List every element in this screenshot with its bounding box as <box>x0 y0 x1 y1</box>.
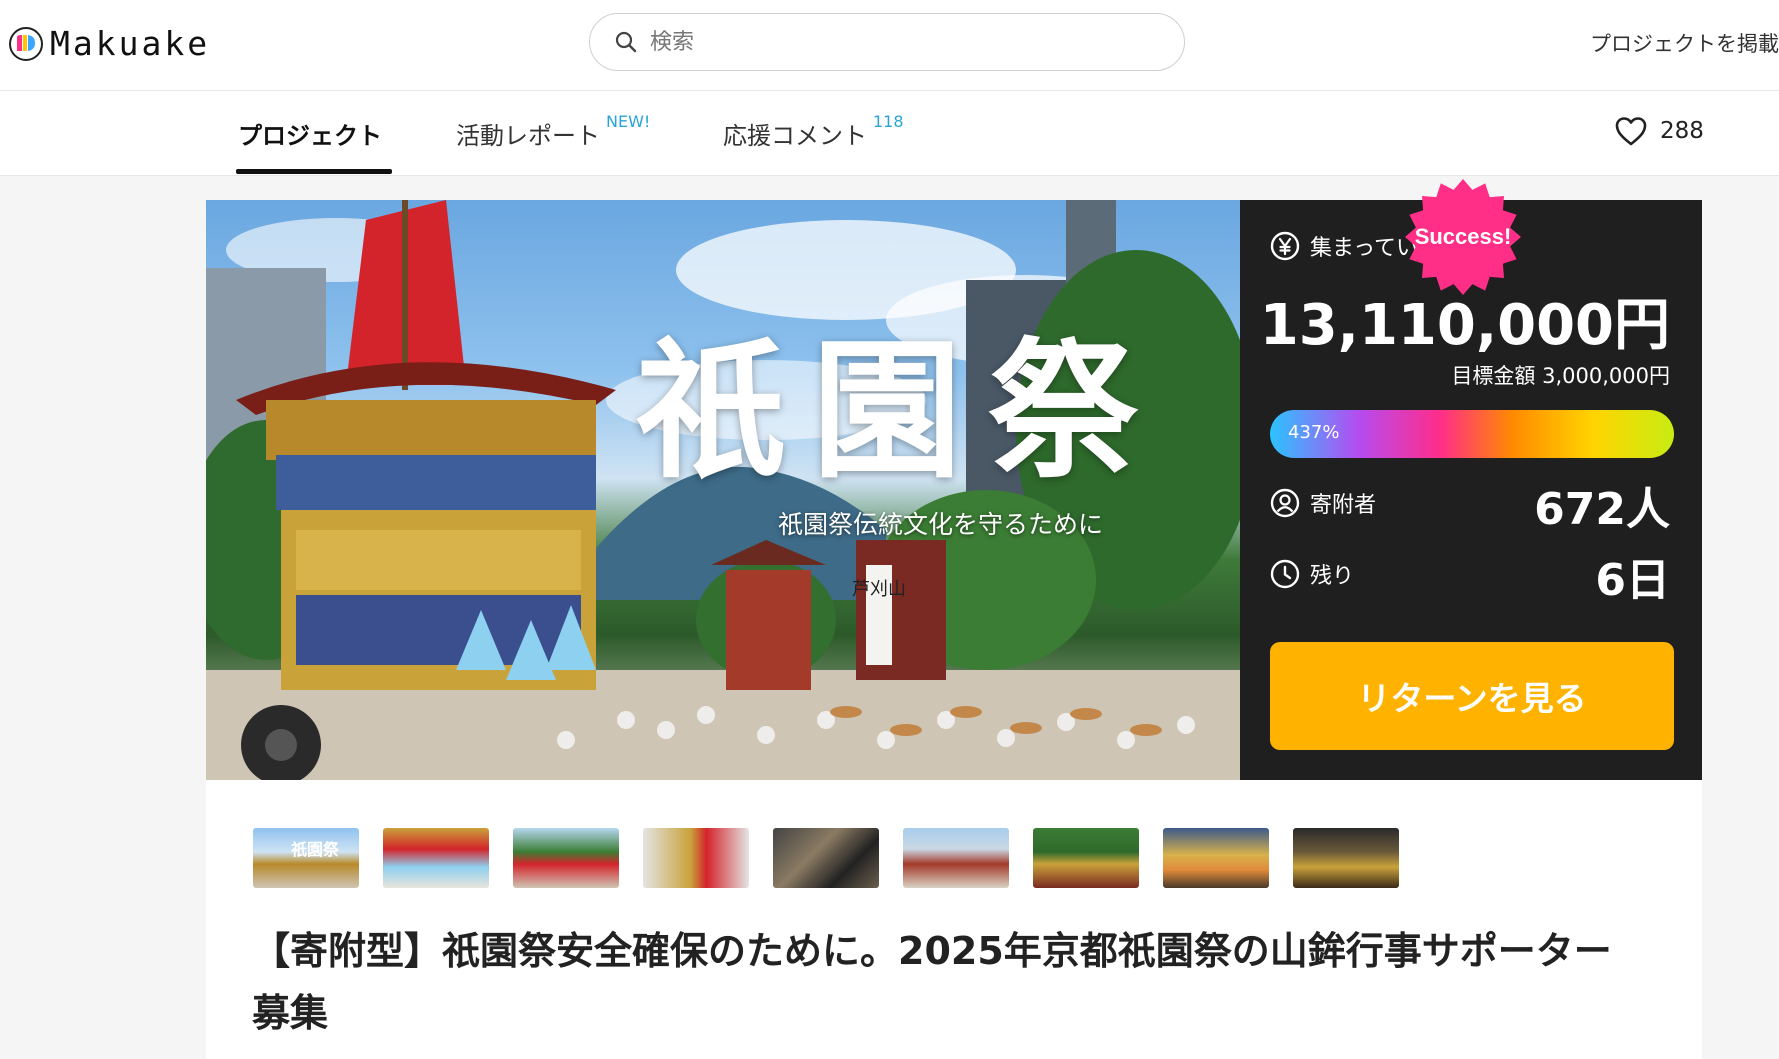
thumbnail-9[interactable] <box>1293 828 1399 888</box>
project-title: 【寄附型】祇園祭安全確保のために。2025年京都祇園祭の山鉾行事サポーター募集 <box>252 929 1612 1035</box>
project-card: 芦刈山 祇園祭 祇園祭伝統文化を守るために 集まっている金額 13,110,00… <box>206 200 1702 1059</box>
new-label: NEW! <box>606 112 651 131</box>
thumbnail-5[interactable] <box>773 828 879 888</box>
project-tab-bar: プロジェクト 活動レポート NEW! 応援コメント 118 288 <box>0 91 1779 176</box>
active-tab-indicator <box>236 169 392 174</box>
user-icon <box>1270 488 1300 518</box>
hero-image[interactable]: 芦刈山 祇園祭 祇園祭伝統文化を守るために <box>206 200 1240 780</box>
thumbnail-7[interactable] <box>1033 828 1139 888</box>
thumbnail-3[interactable] <box>513 828 619 888</box>
search-input[interactable] <box>648 28 1132 56</box>
makuake-logo-icon <box>9 26 43 61</box>
thumbnail-6[interactable] <box>903 828 1009 888</box>
target-amount: 目標金額 3,000,000円 <box>1451 364 1670 388</box>
logo-text: Makuake <box>50 24 211 63</box>
remaining-days: 6日 <box>1595 555 1670 606</box>
search-box[interactable] <box>589 13 1185 71</box>
thumbnail-1-text: 祇園祭 <box>291 840 340 859</box>
favorite-button[interactable]: 288 <box>1614 115 1704 147</box>
hero-tagline: 祇園祭伝統文化を守るために <box>778 510 1104 539</box>
yen-icon <box>1270 231 1300 261</box>
thumbnail-8[interactable] <box>1163 828 1269 888</box>
supporters-label-text: 寄附者 <box>1310 493 1377 518</box>
clock-icon <box>1270 559 1300 589</box>
thumbnail-1[interactable]: 祇園祭 <box>253 828 359 888</box>
post-project-link[interactable]: プロジェクトを掲載 <box>1590 28 1779 58</box>
success-badge: Success! <box>1402 176 1524 298</box>
tab-support-comments[interactable]: 応援コメント 118 <box>723 112 904 151</box>
progress-percent: 437% <box>1288 422 1340 443</box>
banner-text: 芦刈山 <box>852 579 906 600</box>
view-returns-button[interactable]: リターンを見る <box>1270 642 1674 750</box>
tab-support-comments-label: 応援コメント <box>723 122 867 150</box>
progress-bar: 437% <box>1270 410 1674 458</box>
remaining-label: 残り <box>1270 558 1354 590</box>
tab-activity-report[interactable]: 活動レポート NEW! <box>456 112 650 151</box>
thumbnail-2[interactable] <box>383 828 489 888</box>
supporters-count: 672人 <box>1534 484 1670 535</box>
comment-count: 118 <box>873 112 904 131</box>
top-header: Makuake プロジェクトを掲載 <box>0 0 1779 91</box>
thumbnail-strip: 祇園祭 <box>253 828 1399 888</box>
success-badge-text: Success! <box>1414 224 1512 249</box>
makuake-logo[interactable]: Makuake <box>8 24 210 63</box>
tab-activity-report-label: 活動レポート <box>456 122 600 150</box>
remaining-label-text: 残り <box>1310 564 1355 589</box>
search-icon <box>615 31 637 53</box>
thumbnail-4[interactable] <box>643 828 749 888</box>
tab-project[interactable]: プロジェクト <box>238 116 382 151</box>
favorite-count: 288 <box>1660 118 1704 144</box>
supporters-label: 寄附者 <box>1270 487 1376 519</box>
heart-icon <box>1615 117 1647 146</box>
tab-project-label: プロジェクト <box>238 122 382 150</box>
hero-calligraphy: 祇園祭 <box>636 323 1165 499</box>
